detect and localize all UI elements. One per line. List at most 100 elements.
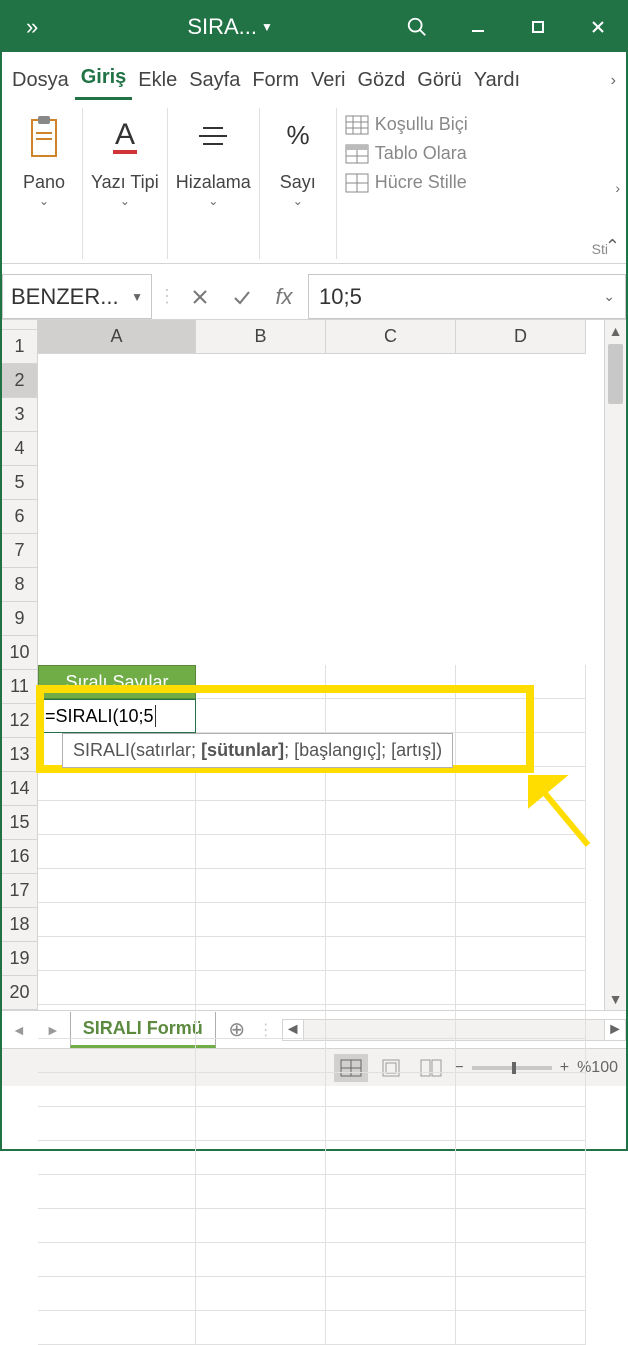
column-header-b[interactable]: B xyxy=(196,320,326,354)
cell-a15[interactable] xyxy=(38,1141,196,1175)
name-box-dropdown-icon[interactable]: ▼ xyxy=(131,290,143,304)
row-header-11[interactable]: 11 xyxy=(2,670,38,704)
scroll-thumb[interactable] xyxy=(608,344,623,404)
name-box[interactable]: BENZER... ▼ xyxy=(2,274,152,319)
cell-b11[interactable] xyxy=(196,1005,326,1039)
row-header-1[interactable]: 1 xyxy=(2,330,38,364)
cell-a14[interactable] xyxy=(38,1107,196,1141)
tab-giris[interactable]: Giriş xyxy=(75,56,133,100)
cell-b18[interactable] xyxy=(196,1243,326,1277)
cell-b14[interactable] xyxy=(196,1107,326,1141)
format-as-table-button[interactable]: Tablo Olara xyxy=(345,141,614,166)
row-header-7[interactable]: 7 xyxy=(2,534,38,568)
cell-c5[interactable] xyxy=(326,801,456,835)
vertical-scrollbar[interactable]: ▲ ▼ xyxy=(604,320,626,1010)
row-header-15[interactable]: 15 xyxy=(2,806,38,840)
cell-c16[interactable] xyxy=(326,1175,456,1209)
paste-button[interactable] xyxy=(14,108,74,168)
cell-a13[interactable] xyxy=(38,1073,196,1107)
cell-a1-value[interactable]: Sıralı Sayılar xyxy=(38,665,196,699)
cell-a12[interactable] xyxy=(38,1039,196,1073)
scroll-down-button[interactable]: ▼ xyxy=(605,988,626,1010)
cell-d1[interactable] xyxy=(456,665,586,699)
collapse-ribbon-button[interactable]: ⌃ xyxy=(605,236,620,257)
cell-d17[interactable] xyxy=(456,1209,586,1243)
sayi-dropdown-icon[interactable]: ⌄ xyxy=(293,194,303,208)
cell-b16[interactable] xyxy=(196,1175,326,1209)
pano-dropdown-icon[interactable]: ⌄ xyxy=(39,194,49,208)
cell-c9[interactable] xyxy=(326,937,456,971)
minimize-button[interactable] xyxy=(458,7,498,47)
cell-b9[interactable] xyxy=(196,937,326,971)
cell-d14[interactable] xyxy=(456,1107,586,1141)
cell-c13[interactable] xyxy=(326,1073,456,1107)
number-button[interactable]: % xyxy=(268,108,328,168)
tab-veri[interactable]: Veri xyxy=(305,59,351,100)
cell-a7[interactable] xyxy=(38,869,196,903)
cell-a4[interactable] xyxy=(38,767,196,801)
cell-a19[interactable] xyxy=(38,1277,196,1311)
cell-c14[interactable] xyxy=(326,1107,456,1141)
maximize-button[interactable] xyxy=(518,7,558,47)
cell-b12[interactable] xyxy=(196,1039,326,1073)
cell-d2[interactable] xyxy=(456,699,586,733)
tab-goru[interactable]: Görü xyxy=(411,59,467,100)
insert-function-button[interactable]: fx xyxy=(266,279,302,315)
row-header-12[interactable]: 12 xyxy=(2,704,38,738)
cell-b17[interactable] xyxy=(196,1209,326,1243)
cell-a6[interactable] xyxy=(38,835,196,869)
row-header-16[interactable]: 16 xyxy=(2,840,38,874)
row-header-8[interactable]: 8 xyxy=(2,568,38,602)
cell-a2[interactable]: =SIRALI(10;5 xyxy=(38,699,196,733)
row-header-20[interactable]: 20 xyxy=(2,976,38,1010)
formula-bar-input[interactable]: 10;5 ⌄ xyxy=(308,274,626,319)
cell-b13[interactable] xyxy=(196,1073,326,1107)
cell-b6[interactable] xyxy=(196,835,326,869)
cell-b8[interactable] xyxy=(196,903,326,937)
cell-c2[interactable] xyxy=(326,699,456,733)
conditional-formatting-button[interactable]: Koşullu Biçi xyxy=(345,112,614,137)
row-header-5[interactable]: 5 xyxy=(2,466,38,500)
select-all-corner[interactable] xyxy=(2,320,38,330)
cell-a10[interactable] xyxy=(38,971,196,1005)
yazi-dropdown-icon[interactable]: ⌄ xyxy=(120,194,130,208)
cell-c15[interactable] xyxy=(326,1141,456,1175)
cell-b2[interactable] xyxy=(196,699,326,733)
cell-styles-button[interactable]: Hücre Stille xyxy=(345,170,614,195)
cell-d13[interactable] xyxy=(456,1073,586,1107)
enter-formula-button[interactable] xyxy=(224,279,260,315)
sheet-nav-prev[interactable]: ◄ xyxy=(2,1022,36,1038)
cell-a20[interactable] xyxy=(38,1311,196,1345)
cell-d10[interactable] xyxy=(456,971,586,1005)
column-header-a[interactable]: A xyxy=(38,320,196,354)
tab-sayfa[interactable]: Sayfa xyxy=(183,59,246,100)
cell-a18[interactable] xyxy=(38,1243,196,1277)
tab-ekle[interactable]: Ekle xyxy=(132,59,183,100)
tab-form[interactable]: Form xyxy=(246,59,305,100)
tabs-scroll-right[interactable]: › xyxy=(605,62,622,100)
cell-a8[interactable] xyxy=(38,903,196,937)
cell-b7[interactable] xyxy=(196,869,326,903)
close-button[interactable] xyxy=(578,7,618,47)
zoom-slider[interactable] xyxy=(472,1066,552,1070)
cell-c6[interactable] xyxy=(326,835,456,869)
hscroll-right-button[interactable]: ► xyxy=(604,1019,626,1041)
cell-b10[interactable] xyxy=(196,971,326,1005)
cells-area[interactable]: Sıralı Sayılar =SIRALI(10;5 xyxy=(38,665,604,1010)
cell-d9[interactable] xyxy=(456,937,586,971)
cell-d18[interactable] xyxy=(456,1243,586,1277)
row-header-2[interactable]: 2 xyxy=(2,364,38,398)
cell-d15[interactable] xyxy=(456,1141,586,1175)
cell-c20[interactable] xyxy=(326,1311,456,1345)
cell-c11[interactable] xyxy=(326,1005,456,1039)
cell-c18[interactable] xyxy=(326,1243,456,1277)
cell-b4[interactable] xyxy=(196,767,326,801)
cell-c10[interactable] xyxy=(326,971,456,1005)
column-header-d[interactable]: D xyxy=(456,320,586,354)
cell-c8[interactable] xyxy=(326,903,456,937)
cell-c19[interactable] xyxy=(326,1277,456,1311)
tab-gozd[interactable]: Gözd xyxy=(351,59,411,100)
alignment-button[interactable] xyxy=(183,108,243,168)
search-icon[interactable] xyxy=(406,16,428,38)
cell-a16[interactable] xyxy=(38,1175,196,1209)
